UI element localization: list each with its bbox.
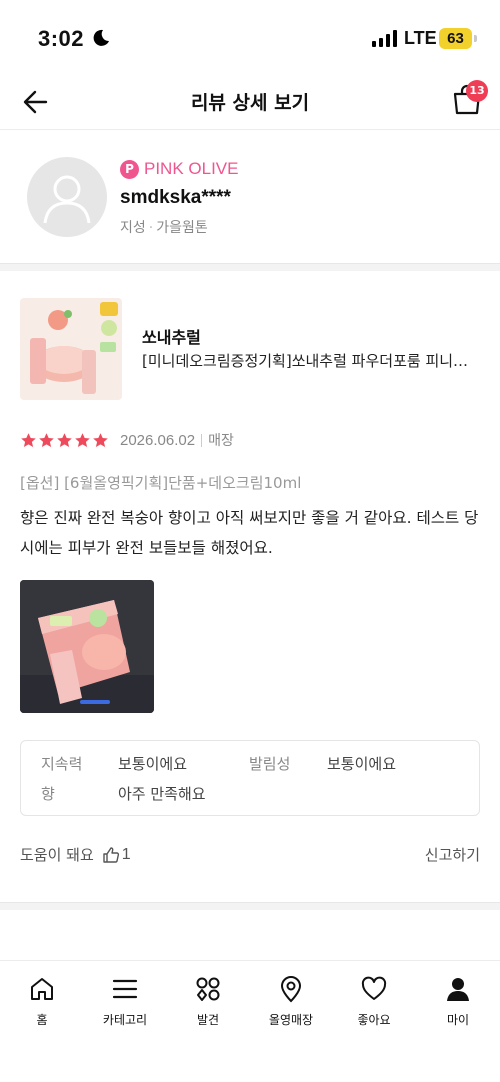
attribute-value: 아주 만족해요 [118, 785, 206, 803]
heart-icon [361, 976, 387, 1000]
reviewer-profile: P PINK OLIVE smdkska**** 지성 · 가을웜톤 [0, 131, 500, 263]
tab-my[interactable]: 마이 [416, 975, 500, 1028]
tab-label: 올영매장 [268, 1013, 314, 1027]
product-thumbnail[interactable] [20, 298, 122, 400]
page-title: 리뷰 상세 보기 [190, 92, 310, 114]
member-grade: P PINK OLIVE [120, 159, 238, 179]
home-icon [31, 978, 53, 1000]
tab-home[interactable]: 홈 [0, 975, 84, 1028]
tab-label: 마이 [446, 1013, 470, 1027]
star-rating [20, 432, 109, 449]
separator [201, 433, 203, 447]
review-text: 향은 진짜 완전 복숭아 향이고 아직 써보지만 좋을 거 같아요. 테스트 당… [20, 509, 479, 557]
helpful-count: 1 [121, 845, 131, 863]
helpful-button[interactable]: 도움이 돼요 1 [20, 844, 131, 865]
section-divider [0, 263, 500, 271]
attribute-value: 보통이에요 [118, 755, 188, 773]
person-placeholder-icon [43, 175, 91, 224]
network-label: LTE [404, 28, 437, 48]
battery-indicator: 63 [439, 28, 472, 49]
review-photo[interactable] [20, 580, 154, 713]
rating-row: 2026.06.02 매장 [20, 430, 234, 450]
attribute-key: 향 [41, 785, 55, 803]
status-bar: 3:02 LTE 63 [0, 0, 500, 78]
cart-count-badge: 13 [466, 80, 488, 102]
star-icon [21, 432, 36, 447]
section-divider [0, 902, 500, 910]
star-icon [57, 432, 72, 447]
product-brand: 쏘내추럴 [142, 328, 201, 347]
purchase-channel: 매장 [208, 433, 234, 449]
review-attributes: 지속력 보통이에요 발림성 보통이에요 향 아주 만족해요 [20, 740, 480, 816]
reviewer-nickname: smdkska**** [120, 187, 231, 208]
attribute-key: 발림성 [249, 755, 291, 773]
tab-discover[interactable]: 발견 [166, 975, 250, 1028]
tab-label: 카테고리 [102, 1013, 148, 1027]
tab-label: 발견 [196, 1013, 220, 1027]
tab-store[interactable]: 올영매장 [249, 975, 333, 1028]
grade-badge-icon: P [120, 159, 139, 179]
helpful-label: 도움이 돼요 [20, 846, 94, 864]
attribute-key: 지속력 [41, 755, 83, 773]
review-option: [옵션] [6월올영픽기획]단품+데오크림10ml [20, 474, 302, 492]
battery-cap [474, 35, 477, 42]
star-icon [93, 432, 108, 447]
attribute-value: 보통이에요 [327, 755, 397, 773]
product-name: [미니데오크림증정기획]쏘내추럴 파우더포룸 피니쉬 선쿠션 [142, 352, 480, 370]
tab-label: 홈 [36, 1013, 48, 1027]
skin-info: 지성 · 가을웜톤 [120, 220, 208, 236]
thumbs-up-icon [103, 846, 119, 863]
star-icon [75, 432, 90, 447]
menu-icon [112, 979, 138, 999]
skin-type: 지성 [120, 220, 146, 236]
skin-tone: 가을웜톤 [156, 220, 208, 236]
bottom-tab-bar: 홈 카테고리 발견 올영매장 좋아요 마이 [0, 960, 500, 1082]
moon-icon [93, 29, 109, 46]
report-button[interactable]: 신고하기 [425, 844, 480, 865]
product-card[interactable]: 쏘내추럴 [미니데오크림증정기획]쏘내추럴 파우더포룸 피니쉬 선쿠션 [20, 298, 480, 400]
signal-icon [372, 30, 397, 47]
tab-label: 좋아요 [357, 1013, 391, 1027]
review-date: 2026.06.02 [120, 431, 196, 449]
discover-icon [196, 977, 220, 1001]
person-icon [447, 978, 469, 1001]
tab-category[interactable]: 카테고리 [83, 975, 167, 1028]
location-pin-icon [280, 976, 302, 1003]
tab-likes[interactable]: 좋아요 [332, 975, 416, 1028]
star-icon [39, 432, 54, 447]
app-header: 리뷰 상세 보기 13 [0, 78, 500, 130]
grade-name: PINK OLIVE [144, 159, 239, 178]
avatar[interactable] [27, 157, 107, 237]
status-time: 3:02 [38, 26, 85, 51]
